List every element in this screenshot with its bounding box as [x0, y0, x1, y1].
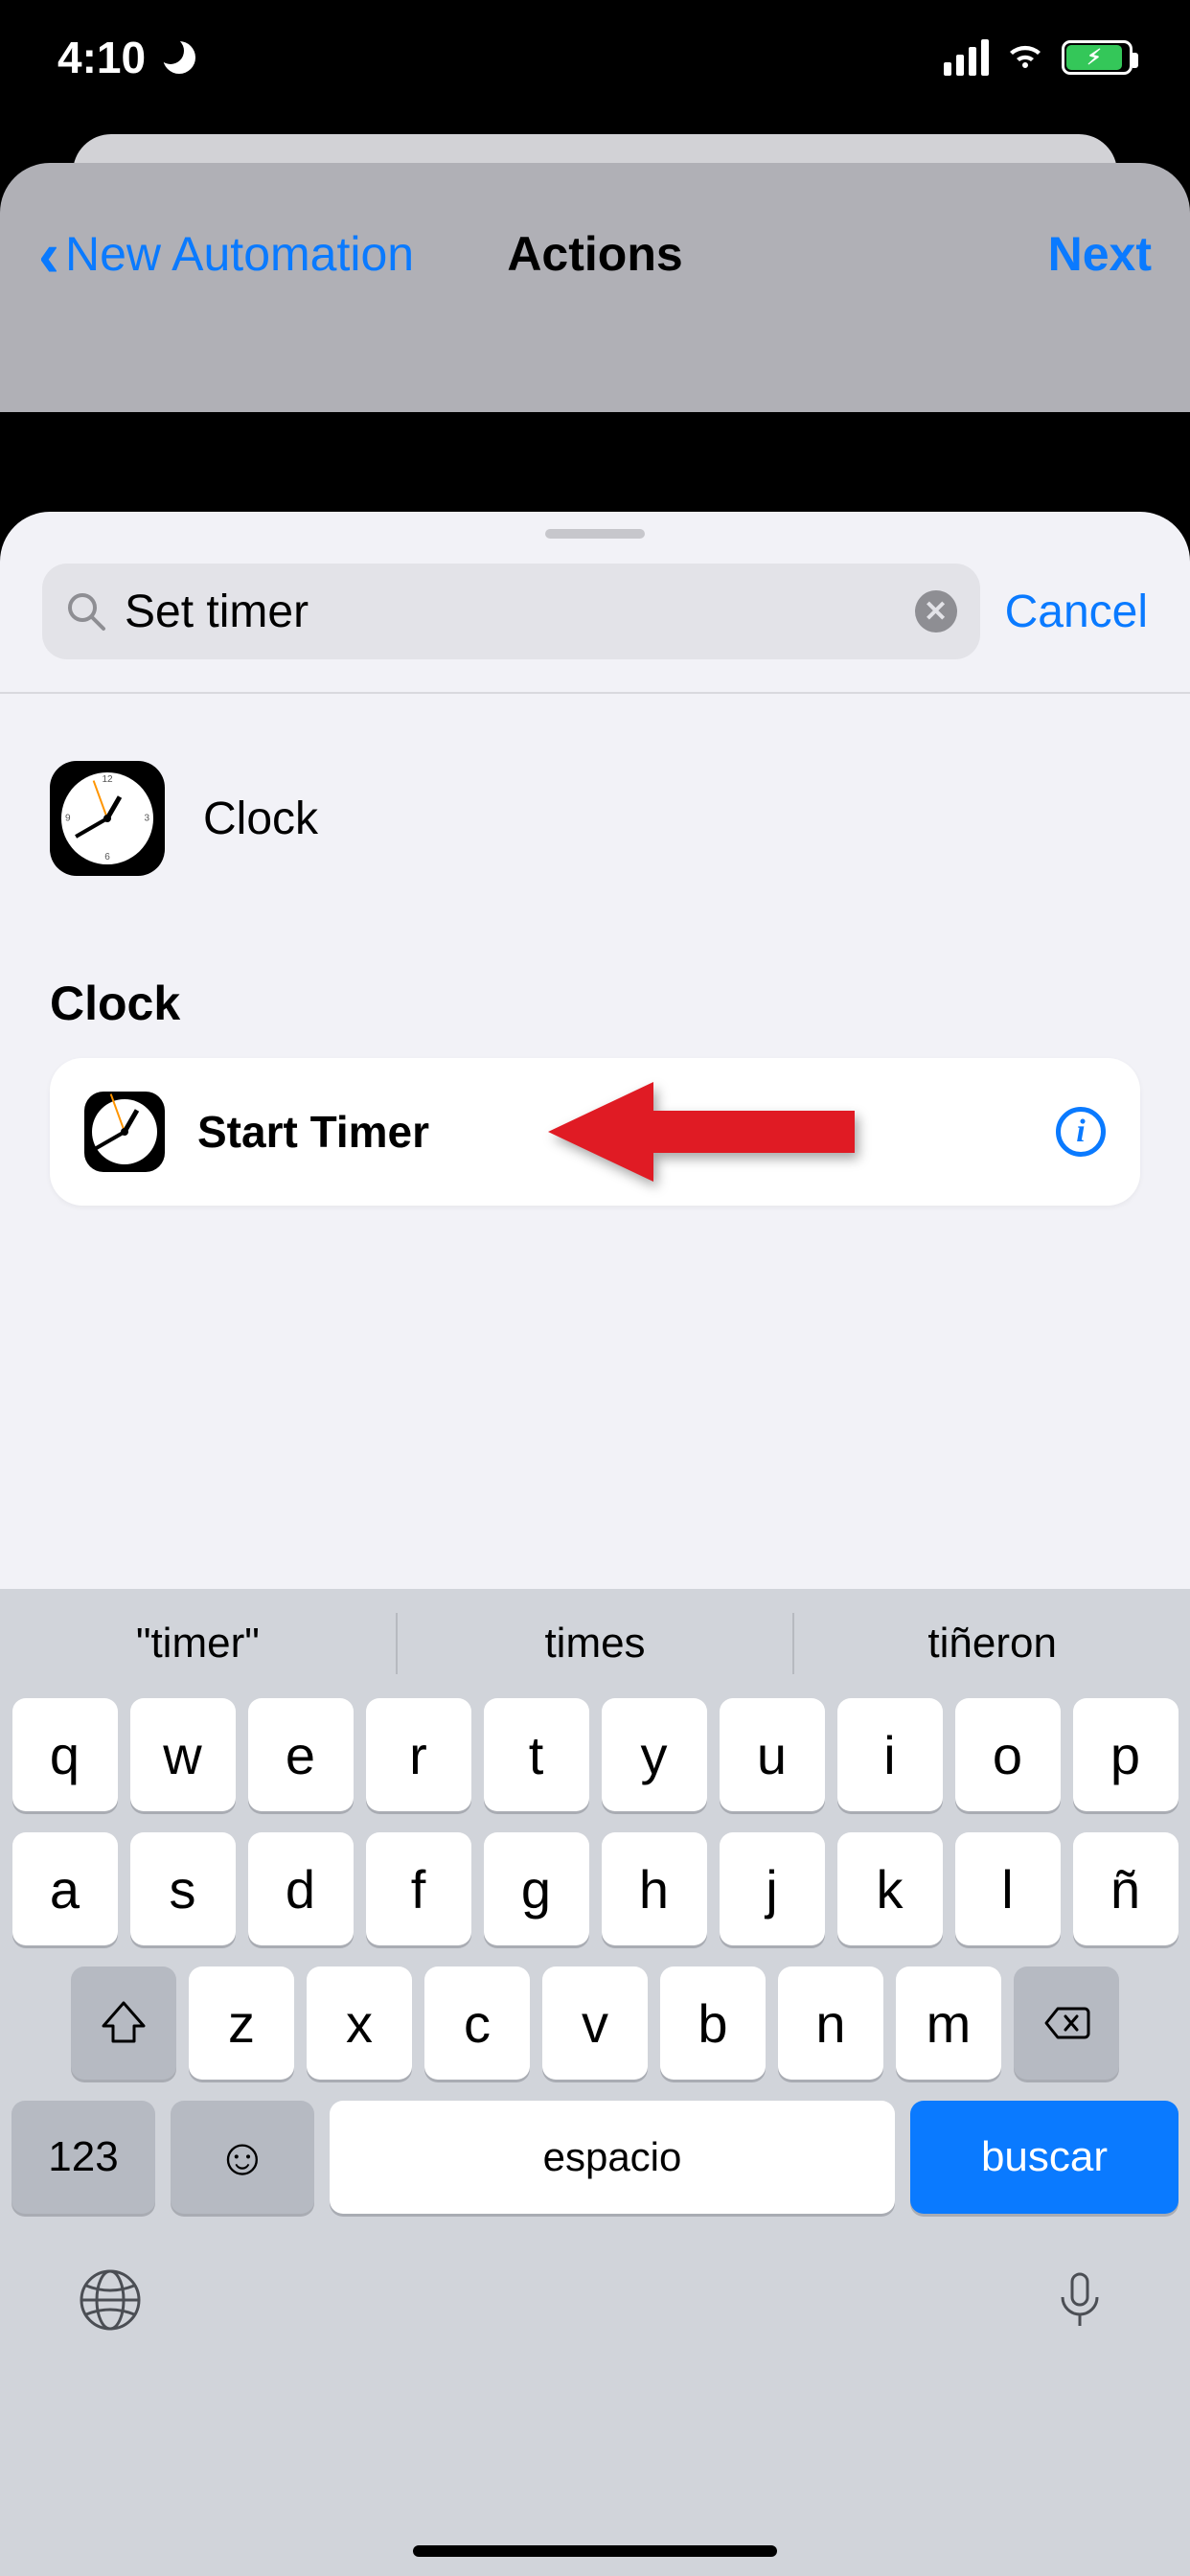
x-icon: ✕	[924, 595, 948, 629]
prediction-2[interactable]: times	[398, 1620, 793, 1668]
back-label: New Automation	[65, 226, 414, 282]
key-o[interactable]: o	[955, 1698, 1061, 1811]
key-enye[interactable]: ñ	[1073, 1832, 1179, 1945]
search-icon	[65, 590, 107, 632]
nav-card: ‹ New Automation Actions Next	[0, 163, 1190, 412]
globe-icon	[77, 2266, 144, 2334]
key-m[interactable]: m	[896, 1966, 1001, 2080]
key-q[interactable]: q	[12, 1698, 118, 1811]
backspace-icon	[1041, 1997, 1092, 2049]
key-backspace[interactable]	[1014, 1966, 1119, 2080]
key-x[interactable]: x	[307, 1966, 412, 2080]
clear-button[interactable]: ✕	[915, 590, 957, 632]
globe-button[interactable]	[77, 2266, 144, 2338]
key-shift[interactable]	[71, 1966, 176, 2080]
key-b[interactable]: b	[660, 1966, 766, 2080]
shift-icon	[98, 1997, 149, 2049]
key-a[interactable]: a	[12, 1832, 118, 1945]
key-j[interactable]: j	[720, 1832, 825, 1945]
search-input[interactable]	[125, 586, 898, 638]
home-indicator[interactable]	[413, 2545, 777, 2557]
key-v[interactable]: v	[542, 1966, 648, 2080]
cancel-button[interactable]: Cancel	[1005, 586, 1148, 638]
chevron-left-icon: ‹	[38, 218, 59, 290]
prediction-bar: "timer" times tiñeron	[0, 1589, 1190, 1698]
key-d[interactable]: d	[248, 1832, 354, 1945]
search-field[interactable]: ✕	[42, 564, 980, 659]
key-w[interactable]: w	[130, 1698, 236, 1811]
section-header: Clock	[50, 943, 1140, 1058]
action-title: Start Timer	[197, 1106, 1023, 1158]
key-n[interactable]: n	[778, 1966, 883, 2080]
prediction-1[interactable]: "timer"	[0, 1620, 396, 1668]
key-p[interactable]: p	[1073, 1698, 1179, 1811]
info-button[interactable]: i	[1056, 1107, 1106, 1157]
key-emoji[interactable]: ☺	[171, 2101, 314, 2214]
key-t[interactable]: t	[484, 1698, 589, 1811]
cellular-icon	[944, 39, 989, 76]
clock-app-icon: 12 6 9 3	[50, 761, 165, 876]
battery-icon: ⚡︎	[1062, 40, 1133, 75]
wifi-icon	[1006, 43, 1044, 72]
action-start-timer[interactable]: Start Timer i	[50, 1058, 1140, 1206]
key-numbers[interactable]: 123	[11, 2101, 155, 2214]
prediction-3[interactable]: tiñeron	[794, 1620, 1190, 1668]
key-u[interactable]: u	[720, 1698, 825, 1811]
key-f[interactable]: f	[366, 1832, 471, 1945]
sheet-grabber[interactable]	[545, 529, 645, 539]
mic-icon	[1046, 2266, 1113, 2334]
clock-app-icon	[84, 1092, 165, 1172]
key-l[interactable]: l	[955, 1832, 1061, 1945]
app-result-clock[interactable]: 12 6 9 3 Clock	[50, 694, 1140, 943]
key-k[interactable]: k	[837, 1832, 943, 1945]
key-c[interactable]: c	[424, 1966, 530, 2080]
back-button[interactable]: ‹ New Automation	[38, 218, 414, 290]
emoji-icon: ☺	[216, 2128, 268, 2187]
key-s[interactable]: s	[130, 1832, 236, 1945]
key-y[interactable]: y	[602, 1698, 707, 1811]
key-g[interactable]: g	[484, 1832, 589, 1945]
status-time: 4:10	[57, 32, 146, 83]
next-button[interactable]: Next	[1048, 226, 1152, 282]
key-h[interactable]: h	[602, 1832, 707, 1945]
key-space[interactable]: espacio	[330, 2101, 895, 2214]
status-bar: 4:10 ⚡︎	[0, 0, 1190, 115]
dictation-button[interactable]	[1046, 2266, 1113, 2338]
search-sheet: ✕ Cancel 12 6 9 3 Clock Clock	[0, 512, 1190, 2576]
key-z[interactable]: z	[189, 1966, 294, 2080]
info-icon: i	[1076, 1114, 1085, 1150]
keyboard: "timer" times tiñeron q w e r t y u i o …	[0, 1589, 1190, 2576]
key-search[interactable]: buscar	[910, 2101, 1179, 2214]
key-e[interactable]: e	[248, 1698, 354, 1811]
dnd-moon-icon	[163, 41, 195, 74]
key-r[interactable]: r	[366, 1698, 471, 1811]
app-result-label: Clock	[203, 793, 318, 845]
key-i[interactable]: i	[837, 1698, 943, 1811]
